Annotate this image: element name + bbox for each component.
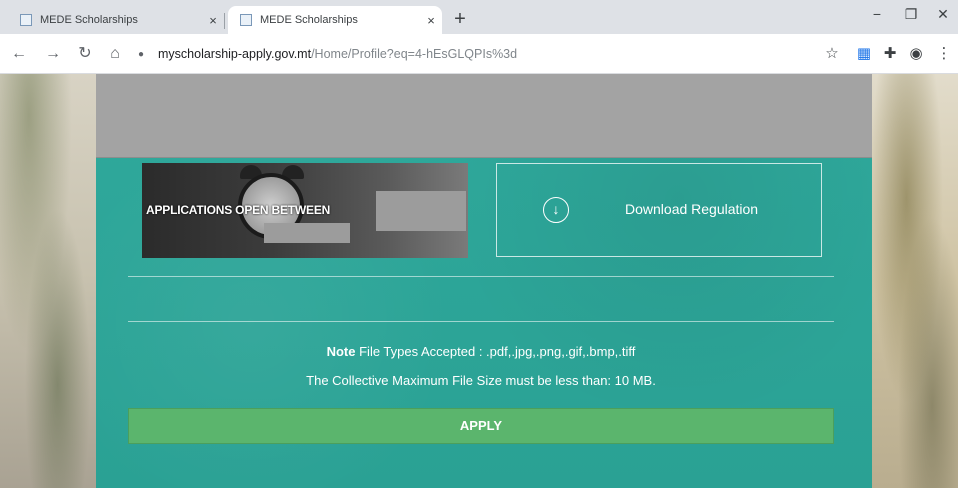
tab-title: MEDE Scholarships: [260, 14, 358, 26]
redacted-header: [96, 74, 872, 158]
note-label: Note: [326, 344, 356, 359]
forward-icon[interactable]: →: [42, 43, 64, 65]
back-icon[interactable]: ←: [8, 43, 30, 65]
redacted-dates-sub: [264, 223, 350, 243]
new-tab-button[interactable]: +: [448, 8, 472, 32]
reload-icon[interactable]: ↻: [74, 43, 96, 65]
close-window-icon[interactable]: ✕: [928, 6, 958, 23]
menu-icon[interactable]: ⋮: [934, 44, 954, 64]
download-regulation-button[interactable]: ↓ Download Regulation: [496, 163, 822, 257]
background-photo-right: [872, 74, 958, 488]
lock-icon: ●: [138, 48, 145, 60]
bookmark-star-icon[interactable]: ☆: [822, 44, 842, 64]
max-size-note: The Collective Maximum File Size must be…: [306, 373, 656, 388]
close-tab-icon[interactable]: ×: [420, 13, 442, 28]
minimize-icon[interactable]: −: [862, 6, 892, 22]
tab-title: MEDE Scholarships: [40, 14, 138, 26]
site-favicon-icon: [20, 14, 32, 26]
restore-icon[interactable]: ❐: [896, 6, 926, 23]
close-tab-icon[interactable]: ×: [202, 13, 224, 28]
url-path: /Home/Profile?eq=4-hEsGLQPIs%3d: [311, 47, 518, 61]
banner-text: APPLICATIONS OPEN BETWEEN: [146, 203, 331, 217]
file-types-note: Note File Types Accepted : .pdf,.jpg,.pn…: [128, 344, 834, 359]
download-regulation-label: Download Regulation: [625, 201, 759, 217]
extension-icon[interactable]: ▦: [854, 44, 874, 64]
profile-icon[interactable]: ◉: [906, 44, 926, 64]
tab-separator: [224, 13, 225, 29]
tab-active[interactable]: MEDE Scholarships ×: [228, 6, 442, 34]
file-types-text: File Types Accepted : .pdf,.jpg,.png,.gi…: [359, 344, 636, 359]
redacted-dates: [376, 191, 466, 231]
divider-top: [128, 276, 834, 277]
apply-button[interactable]: APPLY: [128, 408, 834, 444]
tab-inactive[interactable]: MEDE Scholarships ×: [8, 6, 224, 34]
extensions-puzzle-icon[interactable]: ✚: [880, 44, 900, 64]
site-favicon-icon: [240, 14, 252, 26]
download-icon: ↓: [543, 197, 569, 223]
applications-banner: APPLICATIONS OPEN BETWEEN: [142, 163, 468, 258]
address-bar[interactable]: ● myscholarship-apply.gov.mt /Home/Profi…: [138, 40, 818, 68]
background-photo-left: [0, 74, 96, 488]
tab-bar: MEDE Scholarships × MEDE Scholarships × …: [0, 0, 958, 34]
browser-toolbar: ← → ↻ ⌂ ● myscholarship-apply.gov.mt /Ho…: [0, 34, 958, 74]
home-icon[interactable]: ⌂: [104, 43, 126, 65]
url-domain: myscholarship-apply.gov.mt: [158, 47, 312, 61]
divider-bottom: [128, 321, 834, 322]
